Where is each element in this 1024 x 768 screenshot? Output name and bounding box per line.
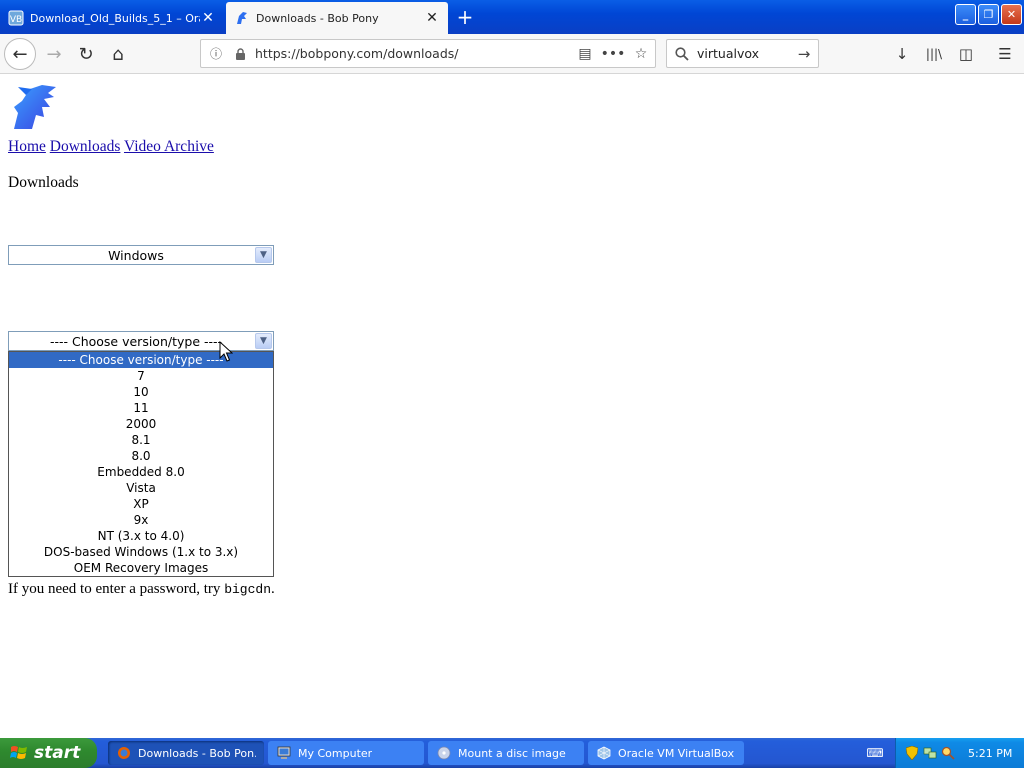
version-option[interactable]: 2000 — [9, 416, 273, 432]
version-option[interactable]: 11 — [9, 400, 273, 416]
taskbar-item-firefox[interactable]: Downloads - Bob Pon... — [108, 741, 264, 765]
bob-pony-logo[interactable] — [8, 83, 60, 133]
nav-link-home[interactable]: Home — [8, 138, 46, 155]
library-icon[interactable]: |||\ — [922, 42, 946, 66]
firefox-icon — [116, 745, 132, 761]
chevron-down-icon[interactable]: ▼ — [255, 333, 272, 349]
windows-flag-icon — [10, 746, 27, 759]
tab-bob-pony-downloads[interactable]: Downloads - Bob Pony ✕ — [226, 2, 448, 34]
tab-close-icon[interactable]: ✕ — [200, 10, 216, 26]
search-input[interactable]: virtualvox — [697, 46, 790, 61]
tab-title: Download_Old_Builds_5_1 – Oracle — [30, 11, 200, 25]
pony-favicon-icon — [234, 10, 250, 26]
password-note-text: If you need to enter a password, try — [8, 581, 225, 597]
minimize-button[interactable]: _ — [955, 4, 976, 25]
version-option[interactable]: DOS-based Windows (1.x to 3.x) — [9, 544, 273, 560]
taskbar-item-mount-disc[interactable]: Mount a disc image — [428, 741, 584, 765]
search-tray-icon[interactable] — [940, 745, 956, 761]
version-option[interactable]: 8.0 — [9, 448, 273, 464]
sidebar-icon[interactable]: ◫ — [954, 42, 978, 66]
version-dropdown-list: ---- Choose version/type ---- 7 10 11 2000 8.… — [8, 351, 274, 577]
taskbar-item-label: Downloads - Bob Pon... — [138, 746, 256, 760]
bookmark-star-icon[interactable]: ☆ — [627, 40, 655, 68]
start-button[interactable]: start — [0, 738, 97, 768]
version-option[interactable]: OEM Recovery Images — [9, 560, 273, 576]
navigation-toolbar: ← → ↻ ⌂ ⓘ https://bobpony.com/downloads/… — [0, 34, 1024, 74]
virtualbox-icon — [596, 745, 612, 761]
nav-link-video-archive[interactable]: Video Archive — [124, 138, 214, 155]
maximize-button[interactable]: ❐ — [978, 4, 999, 25]
page-actions-icon[interactable]: ••• — [599, 40, 627, 68]
version-option[interactable]: NT (3.x to 4.0) — [9, 528, 273, 544]
page-content: Home Downloads Video Archive Downloads W… — [0, 75, 1024, 738]
home-button[interactable]: ⌂ — [102, 38, 134, 70]
search-go-icon[interactable]: → — [790, 40, 818, 68]
version-select[interactable]: ---- Choose version/type ---- ▼ — [8, 331, 274, 351]
reload-button[interactable]: ↻ — [70, 38, 102, 70]
version-option[interactable]: XP — [9, 496, 273, 512]
reader-view-icon[interactable]: ▤ — [571, 40, 599, 68]
keyboard-icon[interactable]: ⌨ — [866, 745, 884, 761]
disc-icon — [436, 745, 452, 761]
tab-title: Downloads - Bob Pony — [256, 11, 379, 25]
address-bar[interactable]: ⓘ https://bobpony.com/downloads/ ▤ ••• ☆ — [200, 39, 656, 68]
taskbar-item-virtualbox[interactable]: Oracle VM VirtualBox ... — [588, 741, 744, 765]
taskbar-item-label: My Computer — [298, 746, 373, 760]
version-option[interactable]: 7 — [9, 368, 273, 384]
password-note: If you need to enter a password, try big… — [8, 581, 275, 598]
search-bar[interactable]: virtualvox → — [666, 39, 819, 68]
taskbar: start Downloads - Bob Pon... My Computer… — [0, 738, 1024, 768]
forward-button[interactable]: → — [38, 38, 70, 70]
downloads-icon[interactable]: ↓ — [890, 42, 914, 66]
tab-close-icon[interactable]: ✕ — [424, 10, 440, 26]
title-bar: VB Download_Old_Builds_5_1 – Oracle ✕ Do… — [0, 0, 1024, 34]
version-option[interactable]: Embedded 8.0 — [9, 464, 273, 480]
system-tray: 5:21 PM — [895, 738, 1024, 768]
virtualbox-favicon-icon: VB — [8, 10, 24, 26]
security-shield-icon[interactable] — [904, 745, 920, 761]
version-option[interactable]: 8.1 — [9, 432, 273, 448]
back-button[interactable]: ← — [4, 38, 36, 70]
network-icon[interactable] — [922, 745, 938, 761]
os-select-value: Windows — [108, 247, 164, 263]
chevron-down-icon[interactable]: ▼ — [255, 247, 272, 263]
mouse-cursor-icon — [219, 341, 233, 362]
taskbar-item-label: Oracle VM VirtualBox ... — [618, 746, 736, 760]
version-option[interactable]: Vista — [9, 480, 273, 496]
menu-icon[interactable]: ☰ — [993, 42, 1017, 66]
taskbar-item-my-computer[interactable]: My Computer — [268, 741, 424, 765]
version-option[interactable]: ---- Choose version/type ---- — [9, 352, 273, 368]
computer-icon — [276, 745, 292, 761]
taskbar-item-label: Mount a disc image — [458, 746, 566, 760]
site-nav: Home Downloads Video Archive — [8, 138, 214, 156]
nav-link-downloads[interactable]: Downloads — [50, 138, 121, 155]
os-select[interactable]: Windows ▼ — [8, 245, 274, 265]
tab-oracle-downloads[interactable]: VB Download_Old_Builds_5_1 – Oracle ✕ — [0, 2, 224, 34]
search-icon — [673, 45, 691, 63]
site-info-icon[interactable]: ⓘ — [207, 45, 225, 63]
url-text[interactable]: https://bobpony.com/downloads/ — [255, 46, 571, 61]
page-heading: Downloads — [8, 174, 79, 191]
password-note-end: . — [271, 581, 275, 597]
new-tab-button[interactable]: + — [452, 5, 478, 29]
start-label: start — [34, 743, 81, 763]
version-option[interactable]: 9x — [9, 512, 273, 528]
lock-icon[interactable] — [231, 45, 249, 63]
svg-text:VB: VB — [10, 15, 22, 25]
close-window-button[interactable]: ✕ — [1001, 4, 1022, 25]
password-code: bigcdn — [224, 582, 271, 597]
clock: 5:21 PM — [968, 746, 1013, 760]
version-option[interactable]: 10 — [9, 384, 273, 400]
